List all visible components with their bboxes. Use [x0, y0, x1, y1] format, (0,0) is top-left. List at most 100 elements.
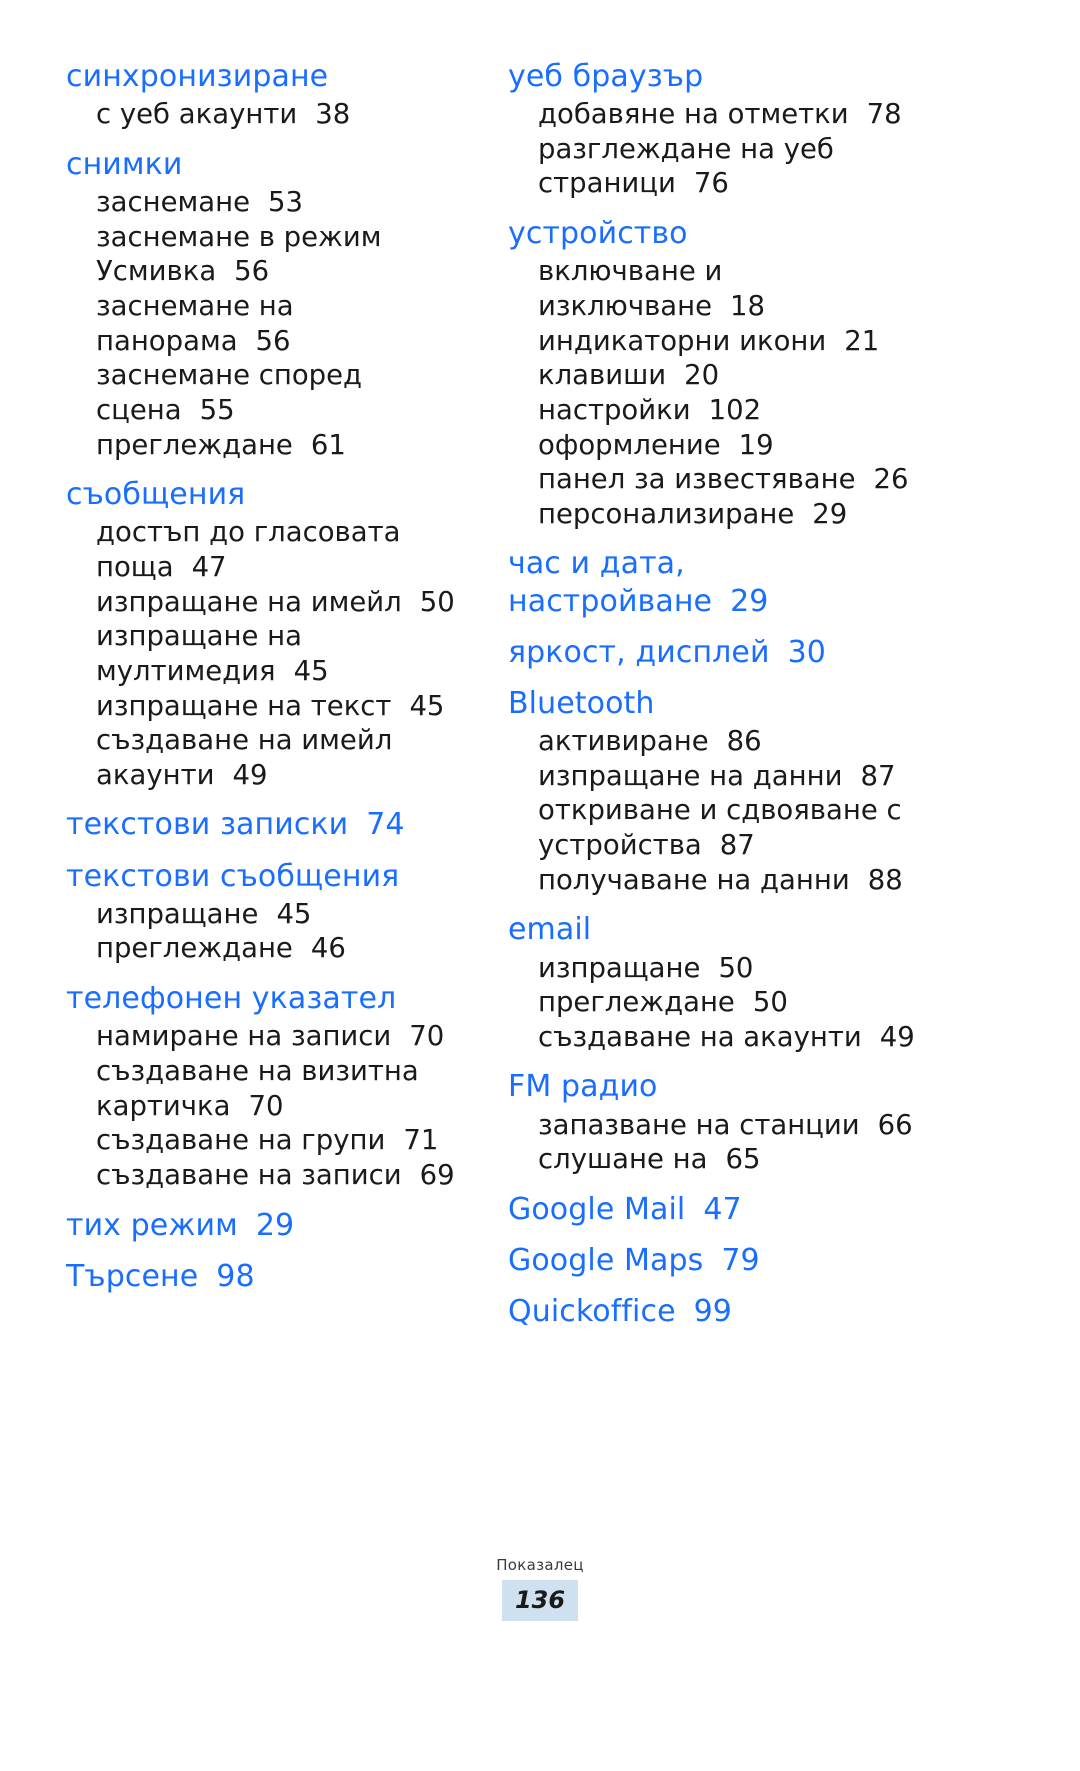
index-subentry[interactable]: включване и изключване 18: [508, 254, 1068, 323]
index-subentry-page-number: 50: [718, 951, 754, 984]
index-subentry-page-number: 87: [860, 759, 896, 792]
index-subentry[interactable]: намиране на записи 70: [66, 1019, 466, 1054]
index-entry-page-number: 99: [693, 1294, 732, 1330]
index-entry-heading[interactable]: час и дата, настройване 29: [508, 545, 1068, 619]
index-entry-heading[interactable]: устройство: [508, 215, 1068, 252]
index-subentry-page-number: 45: [409, 689, 445, 722]
index-subentry[interactable]: получаване на данни 88: [508, 863, 1068, 898]
index-subentry[interactable]: персонализиране 29: [508, 497, 1068, 532]
index-subentry[interactable]: изпращане на текст 45: [66, 689, 466, 724]
index-entry-heading[interactable]: FM радио: [508, 1068, 1068, 1105]
index-subentry[interactable]: панел за известяване 26: [508, 462, 1068, 497]
index-subentry-page-number: 20: [684, 359, 720, 392]
index-subentry-page-number: 46: [310, 932, 346, 965]
index-entry: час и дата, настройване 29: [508, 545, 1068, 619]
index-subentry[interactable]: заснемане в режим Усмивка 56: [66, 220, 466, 289]
index-entry: Търсене 98: [66, 1258, 466, 1295]
index-entry: съобщения достъп до гласовата поща 47 изпра…: [66, 476, 466, 792]
index-entry: синхронизиране с уеб акаунти 38: [66, 58, 466, 132]
index-subentry-page-number: 21: [844, 324, 880, 357]
index-subentry-page-number: 45: [293, 654, 329, 687]
index-page: синхронизиране с уеб акаунти 38 снимки засне…: [0, 0, 1080, 1771]
index-subentry[interactable]: настройки 102: [508, 393, 1068, 428]
index-entry-heading[interactable]: Google Maps 79: [508, 1242, 1068, 1279]
index-column-right: уеб браузър добавяне на отметки 78 разглежд…: [498, 58, 1068, 1331]
index-entry-heading[interactable]: текстови записки 74: [66, 806, 466, 843]
index-subentry[interactable]: слушане на 65: [508, 1142, 1068, 1177]
index-entry-heading[interactable]: Търсене 98: [66, 1258, 466, 1295]
index-entry: Quickoffice 99: [508, 1293, 1068, 1330]
index-subentry[interactable]: изпращане 45: [66, 897, 466, 932]
index-subentry-list: изпращане 50 преглеждане 50 създаване на ака…: [508, 951, 1068, 1055]
index-entry-heading[interactable]: яркост, дисплей 30: [508, 634, 1068, 671]
index-entry-heading[interactable]: телефонен указател: [66, 980, 466, 1017]
index-subentry[interactable]: добавяне на отметки 78: [508, 97, 1068, 132]
index-subentry[interactable]: преглеждане 61: [66, 428, 466, 463]
index-subentry[interactable]: заснемане на панорама 56: [66, 289, 466, 358]
index-subentry-page-number: 55: [199, 393, 235, 426]
index-entry-heading[interactable]: синхронизиране: [66, 58, 466, 95]
index-subentry[interactable]: заснемане според сцена 55: [66, 358, 466, 427]
index-entry: снимки заснемане 53 заснемане в режим Усмив…: [66, 146, 466, 462]
index-entry-heading[interactable]: тих режим 29: [66, 1207, 466, 1244]
index-subentry[interactable]: създаване на визитна картичка 70: [66, 1054, 466, 1123]
index-entry: Google Mail 47: [508, 1191, 1068, 1228]
index-entry: Bluetooth активиране 86 изпращане на данни 8…: [508, 685, 1068, 897]
index-entry-heading[interactable]: email: [508, 911, 1068, 948]
index-entry-heading[interactable]: Quickoffice 99: [508, 1293, 1068, 1330]
index-subentry-page-number: 50: [752, 986, 788, 1019]
index-subentry-list: активиране 86 изпращане на данни 87 откриван…: [508, 724, 1068, 897]
index-subentry-page-number: 61: [310, 428, 346, 461]
index-subentry[interactable]: заснемане 53: [66, 185, 466, 220]
index-subentry-page-number: 70: [409, 1020, 445, 1053]
index-subentry-page-number: 56: [234, 255, 270, 288]
index-subentry[interactable]: създаване на записи 69: [66, 1158, 466, 1193]
index-entry: FM радио запазване на станции 66 слушане на…: [508, 1068, 1068, 1176]
index-subentry[interactable]: оформление 19: [508, 428, 1068, 463]
footer-section-label: Показалец: [496, 1556, 584, 1574]
index-subentry-page-number: 71: [403, 1124, 439, 1157]
index-subentry-list: намиране на записи 70 създаване на визитна…: [66, 1019, 466, 1192]
index-subentry[interactable]: достъп до гласовата поща 47: [66, 515, 466, 584]
page-footer: Показалец 136: [0, 1556, 1080, 1621]
index-subentry-page-number: 38: [315, 98, 351, 131]
index-subentry[interactable]: изпращане на данни 87: [508, 759, 1068, 794]
index-entry: тих режим 29: [66, 1207, 466, 1244]
index-subentry-page-number: 87: [719, 829, 755, 862]
index-subentry[interactable]: клавиши 20: [508, 358, 1068, 393]
index-subentry[interactable]: откриване и сдвояване с устройства 87: [508, 793, 1068, 862]
index-subentry-page-number: 88: [867, 863, 903, 896]
index-entry: Google Maps 79: [508, 1242, 1068, 1279]
index-subentry-page-number: 76: [693, 167, 729, 200]
index-entry: текстови записки 74: [66, 806, 466, 843]
index-entry-page-number: 29: [255, 1207, 295, 1243]
index-entry-heading[interactable]: текстови съобщения: [66, 858, 466, 895]
index-subentry-list: достъп до гласовата поща 47 изпращане на и…: [66, 515, 466, 792]
index-subentry[interactable]: преглеждане 50: [508, 985, 1068, 1020]
index-subentry[interactable]: разглеждане на уеб страници 76: [508, 132, 1068, 201]
index-entry-page-number: 79: [721, 1243, 760, 1279]
index-subentry-page-number: 65: [725, 1143, 761, 1176]
index-entry-heading[interactable]: Google Mail 47: [508, 1191, 1068, 1228]
index-entry-heading[interactable]: Bluetooth: [508, 685, 1068, 722]
index-subentry-page-number: 18: [730, 289, 766, 322]
index-subentry[interactable]: запазване на станции 66: [508, 1108, 1068, 1143]
index-subentry[interactable]: създаване на имейл акаунти 49: [66, 723, 466, 792]
index-subentry-page-number: 47: [191, 550, 227, 583]
index-subentry-page-number: 45: [276, 897, 312, 930]
index-entry-heading[interactable]: уеб браузър: [508, 58, 1068, 95]
index-entry-page-number: 47: [703, 1191, 742, 1227]
index-subentry[interactable]: преглеждане 46: [66, 931, 466, 966]
index-subentry[interactable]: създаване на групи 71: [66, 1123, 466, 1158]
index-subentry[interactable]: индикаторни икони 21: [508, 324, 1068, 359]
index-subentry[interactable]: изпращане на имейл 50: [66, 585, 466, 620]
index-subentry[interactable]: с уеб акаунти 38: [66, 97, 466, 132]
index-subentry[interactable]: изпращане 50: [508, 951, 1068, 986]
index-entry-page-number: 30: [787, 634, 826, 670]
index-subentry[interactable]: изпращане на мултимедия 45: [66, 619, 466, 688]
index-entry-heading[interactable]: съобщения: [66, 476, 466, 513]
index-subentry[interactable]: създаване на акаунти 49: [508, 1020, 1068, 1055]
index-entry: текстови съобщения изпращане 45 преглеждане…: [66, 858, 466, 966]
index-subentry[interactable]: активиране 86: [508, 724, 1068, 759]
index-entry-heading[interactable]: снимки: [66, 146, 466, 183]
